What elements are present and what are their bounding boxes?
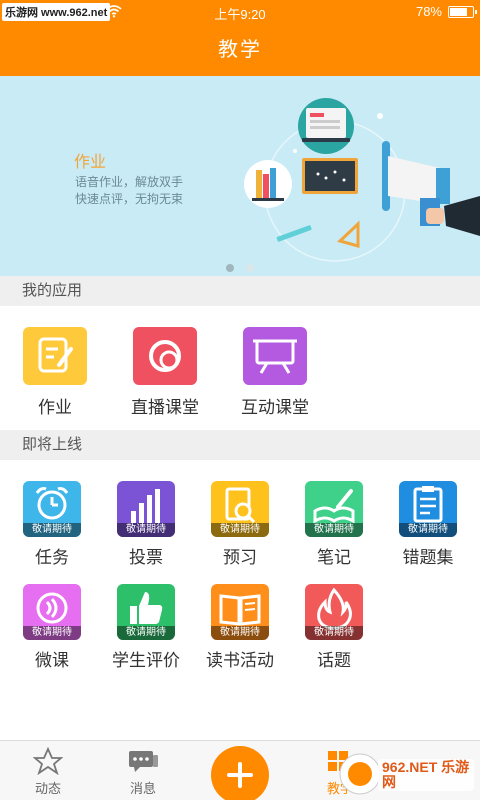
app-vote-label: 投票	[129, 548, 163, 567]
app-student-review[interactable]: 敬请期待 学生评价	[100, 584, 192, 671]
wave-icon: 敬请期待	[23, 584, 81, 640]
coming-badge: 敬请期待	[23, 523, 81, 537]
app-reading-activity-label: 读书活动	[206, 651, 274, 670]
app-micro-lesson-label: 微课	[35, 651, 69, 670]
app-live-class[interactable]: 直播课堂	[119, 327, 211, 418]
notebook-pencil-icon: 敬请期待	[305, 481, 363, 537]
coming-badge: 敬请期待	[117, 626, 175, 640]
promo-banner[interactable]: 作业 语音作业，解放双手 快速点评，无拘无束	[0, 76, 480, 276]
interactive-class-icon	[243, 327, 307, 385]
banner-line-1: 语音作业，解放双手	[75, 175, 184, 189]
tab-messages-label: 消息	[129, 781, 156, 796]
app-wrong-questions-label: 错题集	[402, 548, 454, 567]
tab-messages[interactable]: 消息	[113, 747, 173, 797]
app-notes[interactable]: 敬请期待 笔记	[288, 481, 380, 568]
bottom-tab-bar: 动态 消息 教学 962.NET 乐游网	[0, 740, 480, 800]
pager-dot-2[interactable]	[246, 264, 254, 272]
app-notes-label: 笔记	[317, 548, 351, 567]
status-bar: 乐游网 www.962.net 上午9:20 78%	[0, 0, 480, 24]
app-wrong-questions[interactable]: 敬请期待 错题集	[382, 481, 474, 568]
app-interactive-class[interactable]: 互动课堂	[229, 327, 321, 418]
coming-badge: 敬请期待	[211, 523, 269, 537]
banner-title: 作业	[74, 154, 107, 171]
app-micro-lesson[interactable]: 敬请期待 微课	[6, 584, 98, 671]
app-interactive-class-label: 互动课堂	[241, 398, 309, 417]
coming-badge: 敬请期待	[117, 523, 175, 537]
flame-icon: 敬请期待	[305, 584, 363, 640]
chat-icon	[129, 751, 158, 772]
add-button[interactable]	[211, 746, 269, 800]
coming-badge: 敬请期待	[23, 626, 81, 640]
bar-chart-icon: 敬请期待	[117, 481, 175, 537]
site-watermark-962: 962.NET 乐游网	[338, 749, 478, 799]
star-icon	[32, 746, 64, 776]
clipboard-icon: 敬请期待	[399, 481, 457, 537]
coming-badge: 敬请期待	[399, 523, 457, 537]
battery-icon	[448, 6, 477, 18]
section-my-apps: 我的应用	[0, 276, 480, 306]
app-preview-label: 预习	[223, 548, 257, 567]
homework-icon	[23, 327, 87, 385]
section-coming-soon: 即将上线	[0, 430, 480, 460]
watermark-text: 962.NET 乐游网	[382, 759, 470, 790]
app-student-review-label: 学生评价	[112, 651, 180, 670]
app-preview[interactable]: 敬请期待 预习	[194, 481, 286, 568]
app-topic[interactable]: 敬请期待 话题	[288, 584, 380, 671]
tab-feed-label: 动态	[34, 781, 61, 796]
app-topic-label: 话题	[317, 651, 351, 670]
coming-badge: 敬请期待	[211, 626, 269, 640]
banner-pager[interactable]	[0, 259, 480, 276]
book-icon: 敬请期待	[211, 584, 269, 640]
coming-badge: 敬请期待	[305, 626, 363, 640]
alarm-clock-icon: 敬请期待	[23, 481, 81, 537]
battery-percent: 78%	[415, 4, 442, 19]
tab-feed[interactable]: 动态	[18, 746, 78, 797]
app-homework[interactable]: 作业	[9, 327, 101, 418]
page-title: 教学	[0, 24, 480, 76]
banner-illustration	[244, 98, 480, 262]
app-task-label: 任务	[35, 548, 69, 567]
app-live-class-label: 直播课堂	[131, 398, 199, 417]
coming-badge: 敬请期待	[305, 523, 363, 537]
live-class-icon	[133, 327, 197, 385]
app-task[interactable]: 敬请期待 任务	[6, 481, 98, 568]
clock: 上午9:20	[214, 7, 266, 22]
app-reading-activity[interactable]: 敬请期待 读书活动	[194, 584, 286, 671]
banner-line-2: 快速点评，无拘无束	[75, 192, 184, 206]
thumbs-up-icon: 敬请期待	[117, 584, 175, 640]
pager-dot-1[interactable]	[226, 264, 234, 272]
document-search-icon: 敬请期待	[211, 481, 269, 537]
app-homework-label: 作业	[38, 398, 72, 417]
app-vote[interactable]: 敬请期待 投票	[100, 481, 192, 568]
